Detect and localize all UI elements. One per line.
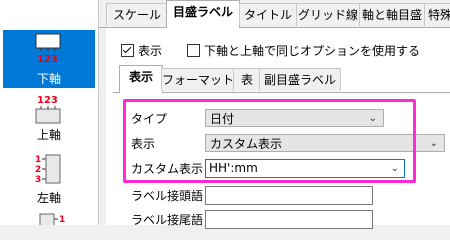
right-axis-icon: 1 (39, 213, 65, 225)
axis-item-top[interactable]: 123 上軸 (3, 92, 95, 144)
main-tab-strip: スケール 目盛ラベル タイトル グリッド線 軸と軸目盛 特殊 (98, 0, 450, 28)
axis-item-right[interactable]: 1 (3, 210, 95, 225)
svg-text:123: 123 (37, 95, 58, 106)
label-suffix-input[interactable] (205, 210, 373, 229)
label-prefix-label: ラベル接頭語 (131, 189, 204, 203)
svg-text:1: 1 (35, 155, 41, 165)
label-prefix-input[interactable] (205, 186, 373, 205)
tab-axis-ticks[interactable]: 軸と軸目盛 (359, 3, 425, 26)
axis-item-label: 上軸 (36, 128, 61, 142)
left-axis-icon: 1 2 3 (35, 154, 61, 185)
label-suffix-label: ラベル接尾語 (131, 213, 204, 227)
svg-text:123: 123 (37, 54, 58, 65)
axis-item-label: 左軸 (36, 191, 61, 205)
axis-item-bottom[interactable]: 123 下軸 (3, 30, 95, 88)
chevron-down-icon: ⌄ (429, 138, 438, 149)
same-options-checkbox[interactable]: 下軸と上軸で同じオプションを使用する (187, 42, 420, 59)
tab-tick-labels[interactable]: 目盛ラベル (166, 0, 240, 28)
subtab-format[interactable]: フォーマット (161, 68, 235, 91)
subtab-display[interactable]: 表示 (119, 65, 163, 93)
subtab-table[interactable]: 表 (233, 68, 261, 91)
axis-item-label: 下軸 (36, 72, 61, 86)
highlight-frame (123, 99, 416, 183)
checkbox-unchecked-icon (187, 44, 200, 57)
subtab-minor-labels[interactable]: 副目盛ラベル (259, 68, 341, 91)
svg-text:3: 3 (35, 175, 41, 185)
tab-grid-lines[interactable]: グリッド線 (296, 3, 360, 26)
show-checkbox[interactable]: 表示 (121, 42, 162, 59)
bottom-axis-icon: 123 (35, 33, 61, 65)
axis-item-left[interactable]: 1 2 3 左軸 (3, 150, 95, 206)
sub-tab-strip: 表示 フォーマット 表 副目盛ラベル (113, 64, 450, 93)
top-axis-icon: 123 (35, 95, 61, 124)
svg-text:2: 2 (35, 165, 41, 175)
tab-scale[interactable]: スケール (106, 3, 168, 26)
checkbox-checked-icon (121, 44, 134, 57)
tab-title[interactable]: タイトル (239, 3, 297, 26)
svg-text:1: 1 (59, 215, 65, 225)
axis-list: 123 下軸 123 上軸 1 2 3 左軸 1 (0, 0, 99, 225)
tab-special[interactable]: 特殊 (424, 3, 450, 26)
